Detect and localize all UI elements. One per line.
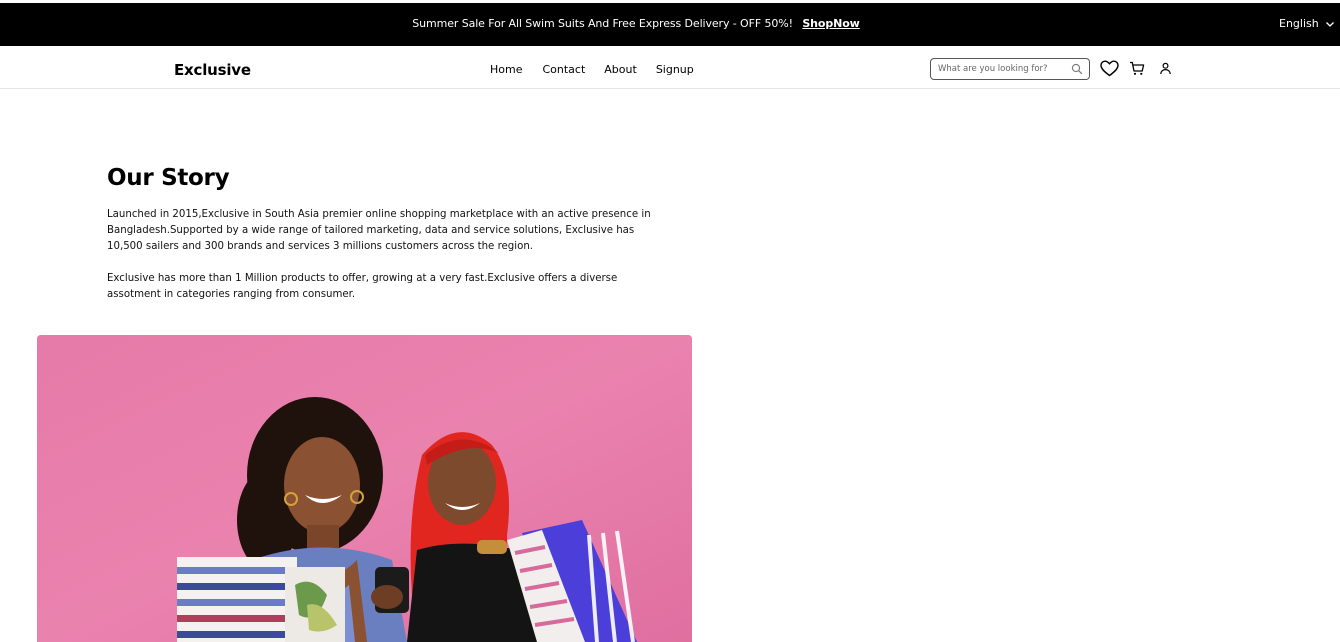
story-photo (37, 335, 692, 642)
chevron-down-icon (1325, 21, 1334, 27)
nav-contact[interactable]: Contact (542, 63, 585, 76)
main-nav: Home Contact About Signup (490, 63, 694, 76)
shopping-women-image (37, 335, 692, 642)
nav-about[interactable]: About (604, 63, 637, 76)
story-paragraph-2: Exclusive has more than 1 Million produc… (107, 273, 618, 300)
promo-bar: Summer Sale For All Swim Suits And Free … (0, 3, 1340, 46)
cart-icon[interactable] (1129, 61, 1145, 76)
heart-icon[interactable] (1100, 60, 1119, 77)
language-selector[interactable]: English (1279, 17, 1335, 30)
language-label: English (1279, 17, 1319, 30)
search-input[interactable] (938, 62, 1066, 76)
shop-now-link[interactable]: ShopNow (802, 17, 860, 30)
user-icon[interactable] (1159, 62, 1172, 75)
nav-signup[interactable]: Signup (656, 63, 694, 76)
search-box (930, 58, 1090, 80)
nav-home[interactable]: Home (490, 63, 522, 76)
logo[interactable]: Exclusive (174, 61, 251, 79)
search-icon[interactable] (1071, 63, 1083, 75)
promo-text: Summer Sale For All Swim Suits And Free … (0, 17, 1272, 30)
story-paragraph-1: Launched in 2015,Exclusive in South Asia… (107, 209, 651, 252)
header: Exclusive Home Contact About Signup (0, 46, 1340, 89)
promo-message: Summer Sale For All Swim Suits And Free … (412, 17, 793, 30)
page-title: Our Story (107, 165, 230, 191)
